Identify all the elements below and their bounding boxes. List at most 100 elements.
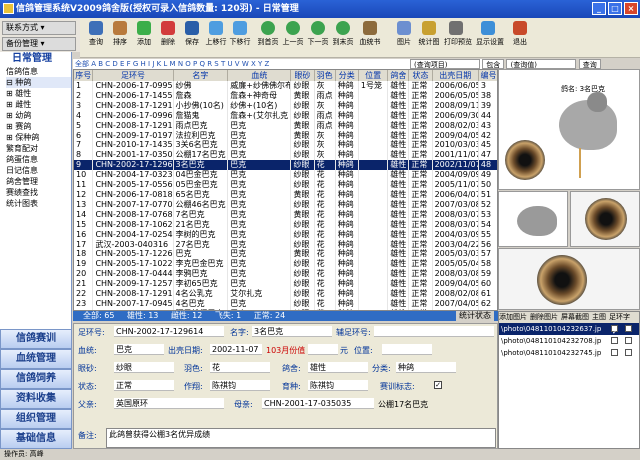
column-header[interactable]: 分类: [335, 70, 359, 81]
contact-menu-button[interactable]: 联系方式 ▾: [2, 21, 76, 35]
remark-field[interactable]: 此鸽曾获得公棚3名优异成绩: [106, 428, 496, 448]
column-header[interactable]: 位置: [358, 70, 389, 81]
ring-text-checkbox[interactable]: [625, 337, 632, 344]
gallery-action[interactable]: 添加图片: [499, 313, 527, 321]
hatch-field[interactable]: 2002-11-07: [210, 344, 262, 355]
gallery-row[interactable]: \photo\048110104232637.jp ✓: [499, 323, 639, 335]
delete-button[interactable]: 删除: [156, 21, 180, 47]
minimize-button[interactable]: _: [592, 2, 606, 15]
move-up-button[interactable]: 上移行: [204, 21, 228, 47]
loft-select[interactable]: 雄性: [308, 362, 368, 373]
eye-select[interactable]: 纱眼: [114, 362, 174, 373]
pedigree-button[interactable]: 血统书: [358, 21, 382, 47]
column-header[interactable]: 足环号: [92, 70, 174, 81]
thumb-photo-3[interactable]: [498, 248, 640, 310]
module-button[interactable]: 血统管理: [0, 349, 72, 369]
tree-item[interactable]: ⊞ 保种鸽: [6, 132, 71, 143]
tree-item[interactable]: ⊟ 种鸽: [6, 77, 71, 88]
color-select[interactable]: 花: [210, 362, 270, 373]
category-select[interactable]: 种鸽: [396, 362, 456, 373]
query-op-select[interactable]: 包含: [482, 59, 505, 69]
status-select[interactable]: 正常: [114, 380, 174, 391]
gallery-action[interactable]: 足环字: [609, 313, 630, 321]
table-row[interactable]: 1CHN-2006-17-099580纱佛威廉+纱佛佛尔布纱眼灰种鸽1号笼雄性正…: [74, 81, 497, 91]
tree-item[interactable]: 鸽舍管理: [6, 176, 71, 187]
gallery-row[interactable]: \photo\048110104232708.jp: [499, 335, 639, 347]
gallery-action[interactable]: 主图: [592, 313, 606, 321]
column-header[interactable]: 编号: [478, 70, 497, 81]
ring-text-checkbox[interactable]: [625, 349, 632, 356]
table-row[interactable]: 7CHN-2010-17-1435923关6名巴克巴克纱眼灰种鸽 雄性正常2010…: [74, 140, 497, 151]
thumb-photo-1[interactable]: [498, 191, 568, 247]
query-button[interactable]: 查询: [84, 21, 108, 47]
blood-field[interactable]: 巴克: [114, 344, 164, 355]
print-preview-button[interactable]: 打印预览: [444, 21, 472, 47]
first-page-button[interactable]: 到首页: [256, 21, 280, 47]
main-image-checkbox[interactable]: ✓: [611, 325, 618, 335]
table-row[interactable]: 13CHN-2007-17-077019公棚46名巴克巴克纱眼花种鸽 雄性正常20…: [74, 199, 497, 210]
display-settings-button[interactable]: 显示设置: [476, 21, 504, 47]
table-row[interactable]: 9CHN-2002-17-1296143名巴克巴克纱眼花种鸽 雄性正常2002/1…: [74, 160, 497, 171]
name-field[interactable]: 3名巴克: [252, 326, 332, 337]
table-row[interactable]: 5CHN-2008-17-129101雨点巴克巴克黄眼雨点种鸽 雄性正常2008/…: [74, 120, 497, 131]
tree-item[interactable]: 信鸽信息: [6, 66, 71, 77]
table-row[interactable]: 11CHN-2005-17-05564505巴金巴克巴克纱眼花种鸽 雄性正常200…: [74, 180, 497, 190]
tree-item[interactable]: 鸽蛋信息: [6, 154, 71, 165]
prev-page-button[interactable]: 上一页: [281, 21, 305, 47]
main-image-checkbox[interactable]: [611, 337, 618, 344]
breeder-field[interactable]: 陈祺钧: [308, 380, 368, 391]
add-button[interactable]: 添加: [132, 21, 156, 47]
column-header[interactable]: 羽色: [314, 70, 336, 81]
next-page-button[interactable]: 下一页: [306, 21, 330, 47]
mother-field[interactable]: CHN-2001-17-035035: [262, 398, 374, 409]
chart-button[interactable]: 统计图: [417, 21, 441, 47]
column-header[interactable]: 状态: [408, 70, 433, 81]
gallery-action[interactable]: 删除图片: [530, 313, 558, 321]
table-row[interactable]: 12CHN-2006-17-08180365名巴克巴克黄眼花种鸽 雄性正常2006…: [74, 189, 497, 200]
table-row[interactable]: 19CHN-2005-17-102271李克巴金巴克巴克纱眼花种鸽 雄性正常200…: [74, 259, 497, 270]
table-row[interactable]: 8CHN-2001-17-035035公棚17名巴克巴克纱眼灰种鸽 雄性正常200…: [74, 150, 497, 161]
save-button[interactable]: 保存: [180, 21, 204, 47]
table-row[interactable]: 21CHN-2009-17-125705李初65巴克巴克纱眼花种鸽 雄性正常200…: [74, 279, 497, 290]
table-row[interactable]: 18CHN-2005-17-122689巴克巴克黄眼花种鸽雄性正常2005/03…: [74, 249, 497, 260]
column-header[interactable]: 眼砂: [290, 70, 315, 81]
table-row[interactable]: 14CHN-2008-17-0768897名巴克巴克黄眼花种鸽 雄性正常2008/…: [74, 209, 497, 220]
move-down-button[interactable]: 下移行: [228, 21, 252, 47]
race-flag-checkbox[interactable]: ✓: [434, 381, 442, 389]
table-row[interactable]: 6CHN-2009-17-019772法拉利巴克巴克黄眼灰种鸽 雄性正常2009/…: [74, 130, 497, 141]
module-button[interactable]: 信鸽赛训: [0, 329, 72, 349]
close-button[interactable]: ×: [624, 2, 638, 15]
author-field[interactable]: 陈祺钧: [210, 380, 270, 391]
module-button[interactable]: 组织管理: [0, 409, 72, 429]
tree-item[interactable]: ⊞ 幼鸽: [6, 110, 71, 121]
table-row[interactable]: 22CHN-2008-17-1291134名公乳克艾尔扎克纱眼花种鸽 雄性正常20…: [74, 289, 497, 299]
table-row[interactable]: 3CHN-2008-17-129119小抄佛(10名)纱佛+(10名)纱眼灰种鸽…: [74, 100, 497, 111]
table-row[interactable]: 20CHN-2008-17-044476李鸦巴克巴克纱眼花种鸽 雄性正常2008/…: [74, 269, 497, 280]
table-row[interactable]: 17 武汉-2003-040316 27名巴克 巴克 纱眼花种鸽 雄性 正常 2003/04/…: [74, 239, 497, 250]
gallery-row[interactable]: \photo\048110104232745.jp: [499, 347, 639, 359]
main-image-checkbox[interactable]: [611, 349, 618, 356]
tree-item[interactable]: 统计图表: [6, 198, 71, 209]
query-value-input[interactable]: (查询值): [506, 59, 577, 69]
maximize-button[interactable]: □: [608, 2, 622, 15]
image-button[interactable]: 图片: [392, 21, 416, 47]
backup-menu-button[interactable]: 备份管理 ▾: [2, 37, 76, 51]
tree-item[interactable]: ⊞ 赛鸽: [6, 121, 71, 132]
aux-ring-field[interactable]: [374, 326, 494, 337]
tree-item[interactable]: 日记信息: [6, 165, 71, 176]
sort-button[interactable]: 排序: [108, 21, 132, 47]
table-row[interactable]: 10CHN-2004-17-03234104巴金巴克巴克纱眼花种鸽 雄性正常200…: [74, 170, 497, 181]
price-field[interactable]: [308, 344, 338, 355]
father-field[interactable]: 英国原环: [114, 398, 224, 409]
tree-item[interactable]: 赛绩查找: [6, 187, 71, 198]
stat-status-button[interactable]: 统计状态: [456, 311, 494, 321]
column-header[interactable]: 序号: [74, 70, 94, 81]
ring-field[interactable]: CHN-2002-17-129614: [114, 326, 224, 337]
table-row[interactable]: 2CHN-2006-17-145528詹森詹森+神奇母黄眼雨点种鸽 雄性正常200…: [74, 90, 497, 101]
gallery-action[interactable]: 屏幕截图: [561, 313, 589, 321]
last-page-button[interactable]: 到末页: [331, 21, 355, 47]
tree-item[interactable]: 繁育配对: [6, 143, 71, 154]
column-header[interactable]: 名字: [173, 70, 229, 81]
thumb-photo-2[interactable]: [570, 191, 640, 247]
exit-button[interactable]: 退出: [508, 21, 532, 47]
